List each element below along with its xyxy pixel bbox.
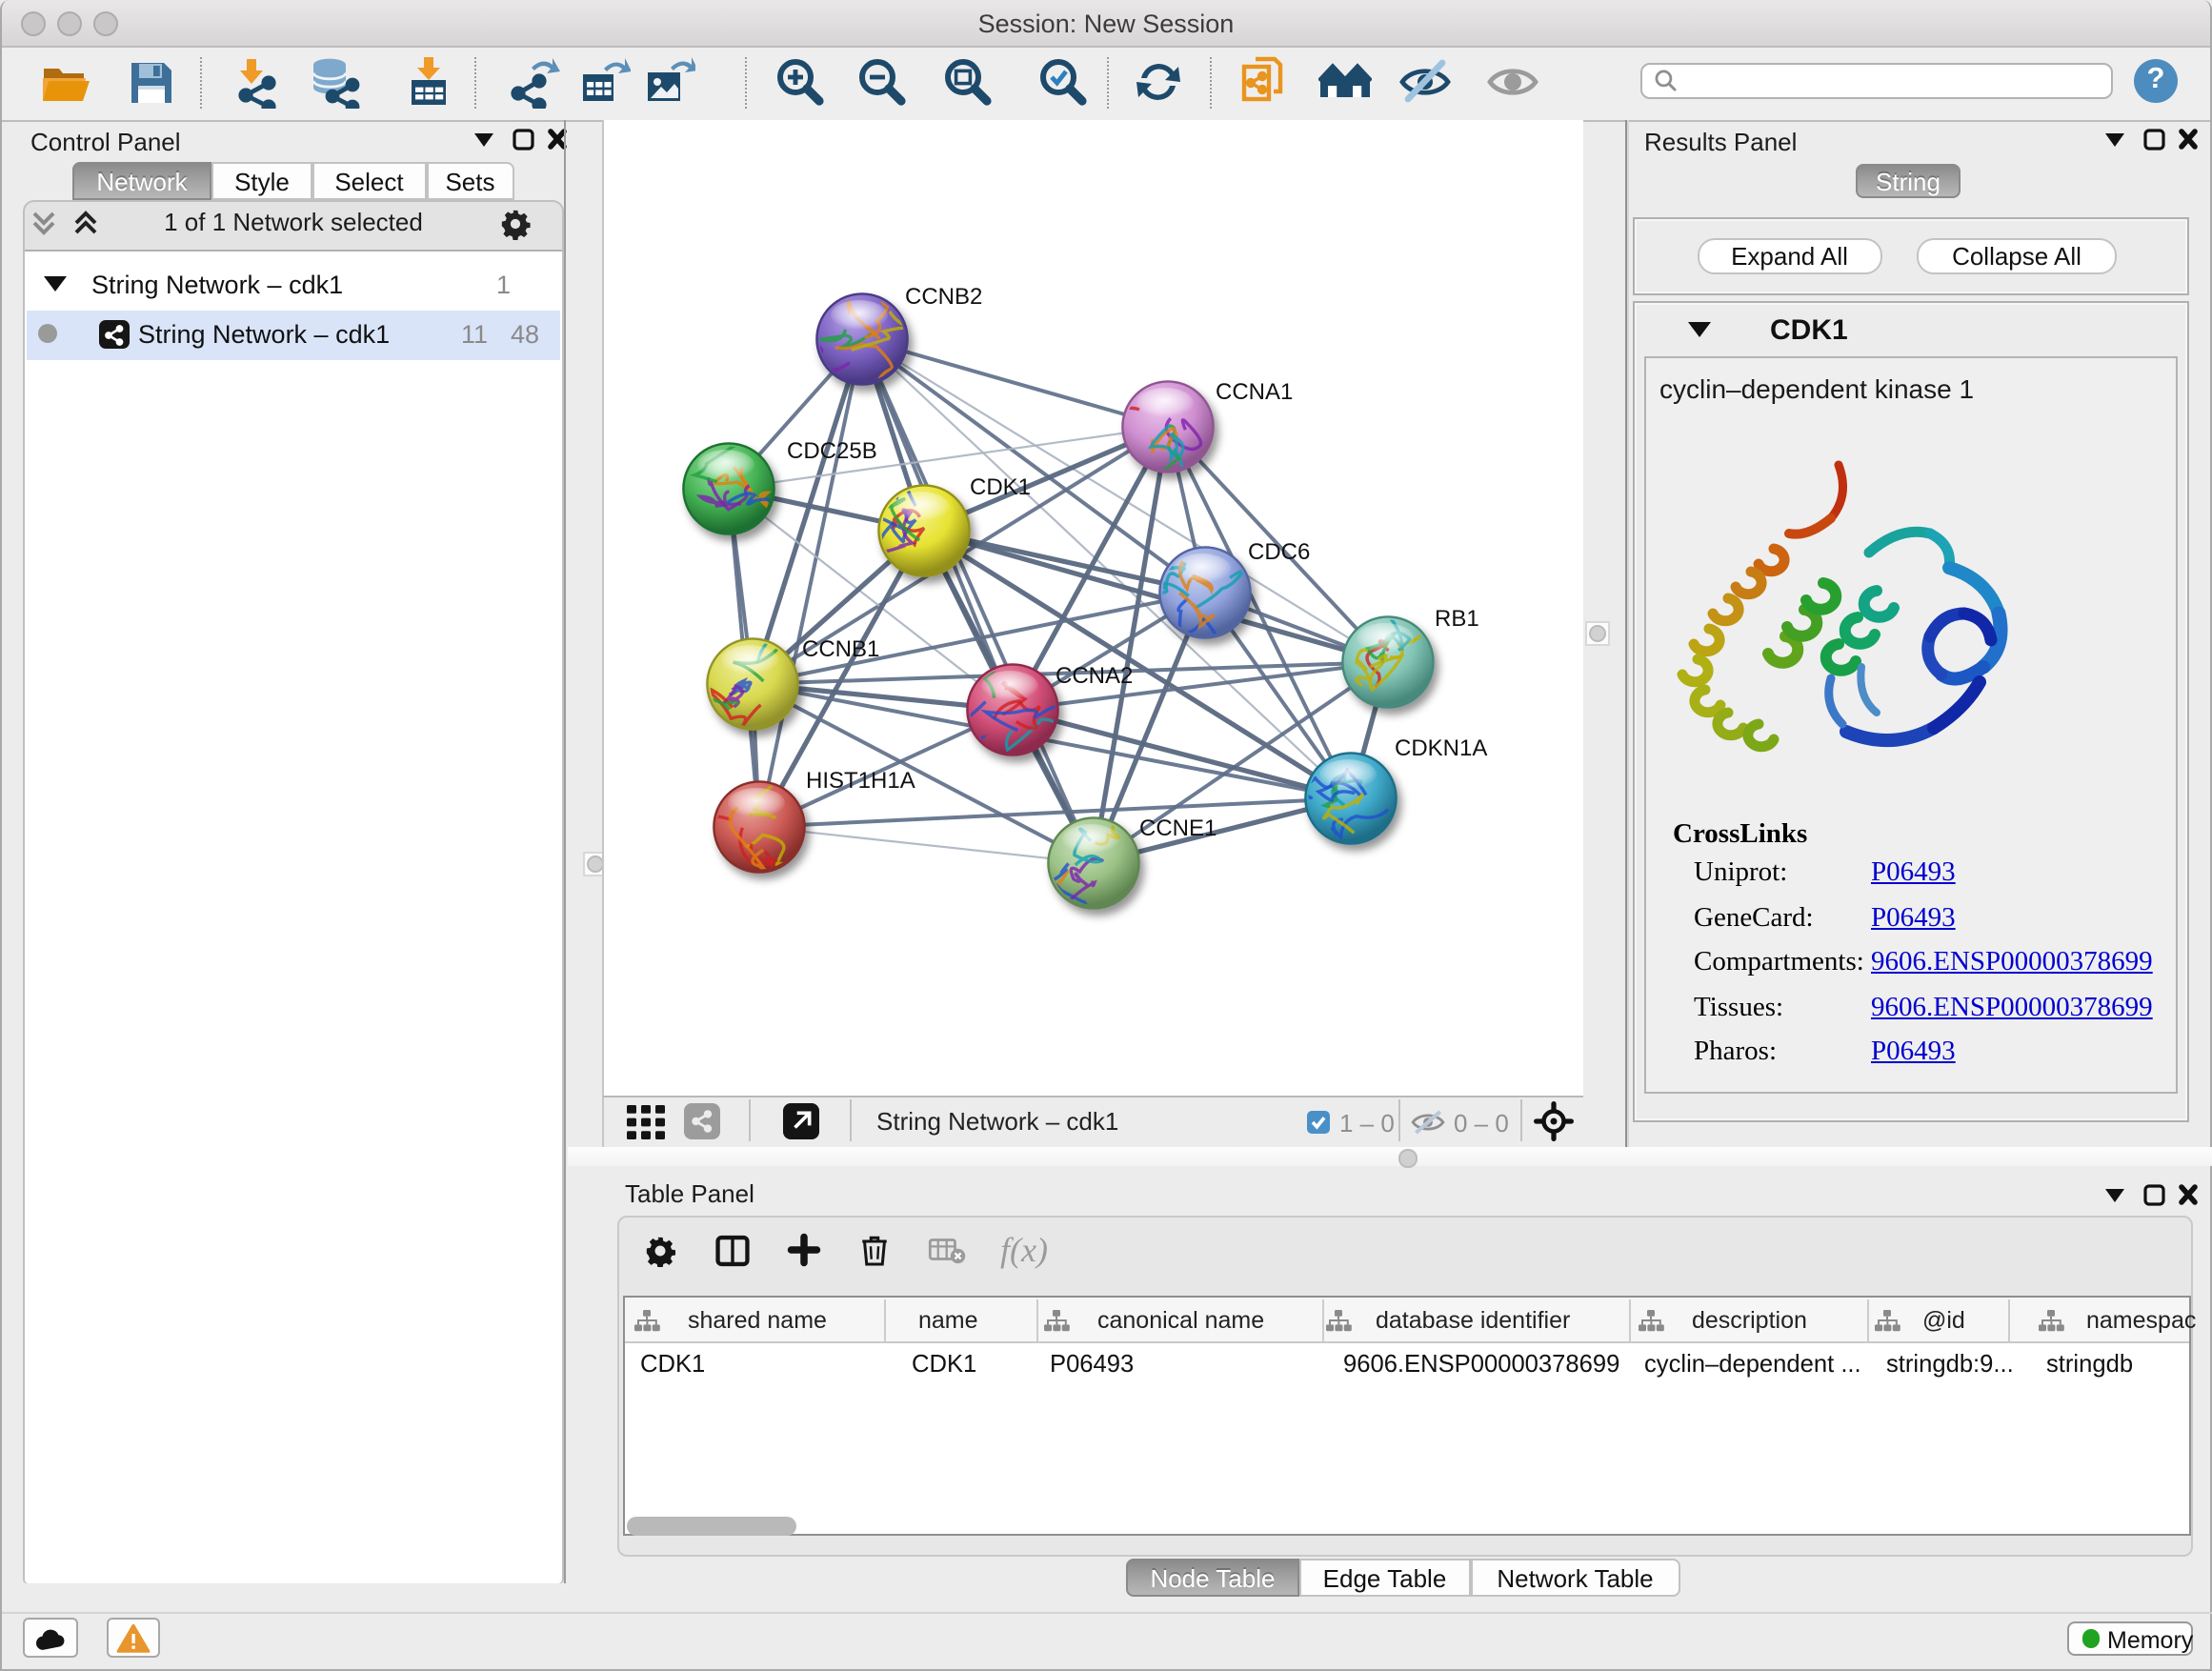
svg-text:CDK1: CDK1 (970, 474, 1031, 500)
svg-text:CCNE1: CCNE1 (1139, 815, 1217, 841)
svg-text:CDC25B: CDC25B (787, 438, 877, 464)
svg-text:CDKN1A: CDKN1A (1395, 735, 1487, 761)
svg-text:CCNA1: CCNA1 (1216, 379, 1293, 405)
svg-text:RB1: RB1 (1435, 606, 1479, 632)
svg-text:HIST1H1A: HIST1H1A (806, 768, 915, 794)
svg-text:CDC6: CDC6 (1248, 539, 1310, 565)
svg-text:CCNB2: CCNB2 (905, 284, 982, 310)
svg-text:CCNA2: CCNA2 (1056, 663, 1133, 689)
svg-text:CCNB1: CCNB1 (802, 636, 879, 662)
